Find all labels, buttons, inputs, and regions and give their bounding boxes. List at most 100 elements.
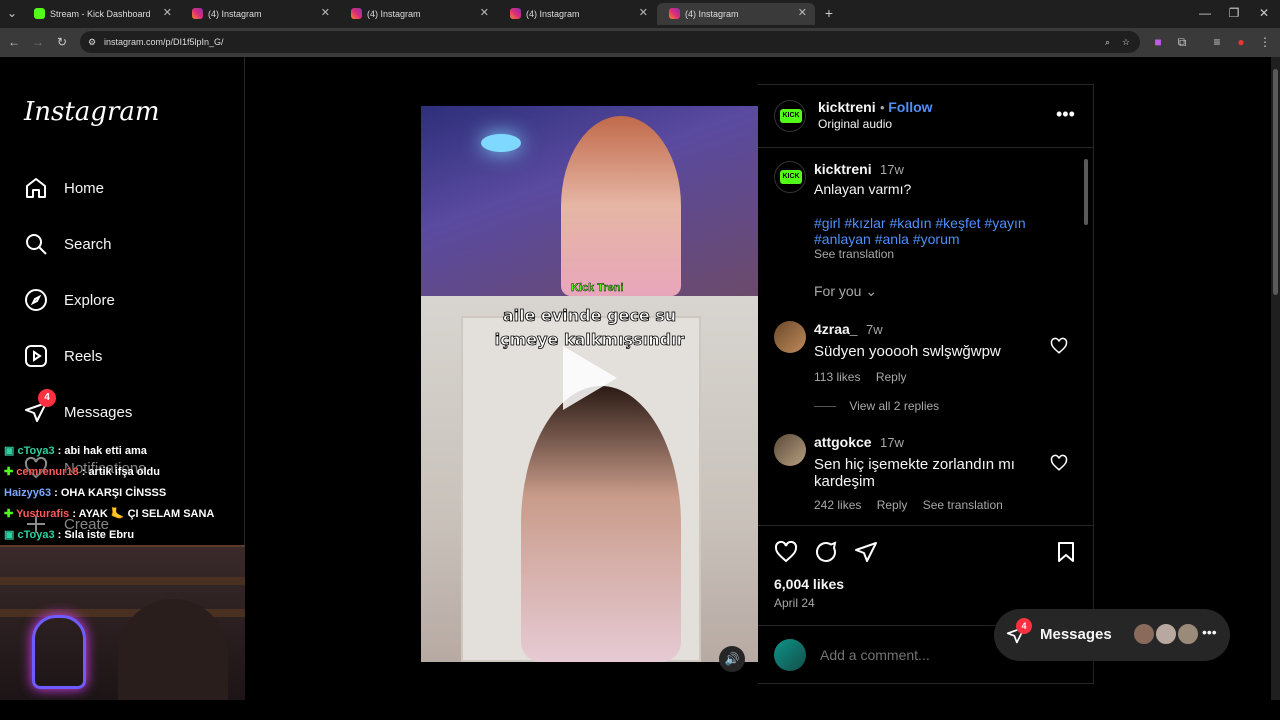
avatar[interactable]: KICK bbox=[774, 161, 806, 193]
comment-icon[interactable] bbox=[814, 540, 838, 564]
close-tab-icon[interactable]: ✕ bbox=[321, 6, 330, 19]
sidebar-item-label: Home bbox=[64, 179, 105, 197]
heart-icon[interactable] bbox=[1050, 337, 1068, 355]
post-date: April 24 bbox=[774, 596, 815, 610]
caption-body: kicktreni 17w Anlayan varmı? #girl #kızl… bbox=[814, 161, 1054, 261]
instagram-favicon-icon bbox=[351, 8, 362, 19]
reels-icon bbox=[25, 345, 47, 367]
see-translation-link[interactable]: See translation bbox=[814, 247, 1054, 261]
original-audio-link[interactable]: Original audio bbox=[818, 117, 892, 131]
browser-tab-active[interactable]: (4) Instagram ✕ bbox=[657, 3, 815, 25]
more-options-icon[interactable]: ••• bbox=[1056, 104, 1075, 125]
bookmark-star-icon[interactable]: ☆ bbox=[1122, 31, 1130, 53]
hashtags[interactable]: #anlayan #anla #yorum bbox=[814, 231, 1054, 247]
avatar[interactable]: KICK bbox=[774, 100, 806, 132]
kick-treni-watermark: Kick Treni bbox=[571, 282, 624, 294]
scroll-thumb[interactable] bbox=[1273, 69, 1278, 295]
back-icon[interactable]: ← bbox=[6, 34, 22, 50]
person-figure bbox=[561, 116, 681, 296]
new-tab-icon[interactable]: + bbox=[821, 5, 837, 21]
lamp-glow bbox=[481, 134, 521, 152]
chat-badge-icon: ▣ bbox=[4, 529, 15, 541]
media-icon[interactable]: ≡ bbox=[1209, 34, 1225, 50]
chat-badge-icon: ▣ bbox=[4, 445, 15, 457]
close-tab-icon[interactable]: ✕ bbox=[639, 6, 648, 19]
extension-icon[interactable]: ■ bbox=[1150, 34, 1166, 50]
reload-icon[interactable]: ↻ bbox=[54, 34, 70, 50]
post-header: KICK kicktreni • Follow Original audio •… bbox=[758, 84, 1094, 148]
for-you-dropdown[interactable]: For you ⌄ bbox=[814, 283, 877, 300]
zoom-icon[interactable]: ⌕ bbox=[1105, 31, 1110, 53]
browser-tab[interactable]: Stream - Kick Dashboard ✕ bbox=[22, 3, 180, 25]
caption-text: Anlayan varmı? bbox=[814, 181, 912, 197]
avatar[interactable] bbox=[774, 639, 806, 671]
reel-video[interactable]: Kick Treni aile evinde gece su içmeye ka… bbox=[421, 84, 758, 684]
site-info-icon[interactable]: ⚙ bbox=[88, 31, 96, 53]
likes-count[interactable]: 6,004 likes bbox=[774, 576, 844, 592]
person-figure bbox=[521, 386, 681, 662]
volume-icon[interactable]: 🔊 bbox=[719, 646, 745, 672]
browser-tab[interactable]: (4) Instagram ✕ bbox=[498, 3, 656, 25]
heart-icon[interactable] bbox=[1050, 454, 1068, 472]
reply-button[interactable]: Reply bbox=[876, 370, 907, 384]
comment-time: 17w bbox=[880, 435, 904, 450]
url-field[interactable]: ⚙ instagram.com/p/DI1f5lpIn_G/ ☆ ⌕ bbox=[80, 31, 1140, 53]
add-comment-input[interactable]: Add a comment... bbox=[820, 647, 930, 663]
comments-scrollbar[interactable] bbox=[1084, 153, 1090, 523]
close-tab-icon[interactable]: ✕ bbox=[798, 6, 807, 19]
messages-badge: 4 bbox=[1016, 618, 1032, 634]
like-heart-icon[interactable] bbox=[774, 540, 798, 564]
sidebar-item-reels[interactable]: Reels bbox=[24, 341, 102, 371]
messages-pill[interactable]: 4 Messages ••• bbox=[994, 609, 1230, 661]
bookmark-icon[interactable] bbox=[1054, 540, 1078, 564]
sidebar-item-search[interactable]: Search bbox=[24, 229, 112, 259]
reply-button[interactable]: Reply bbox=[877, 498, 908, 512]
view-replies-button[interactable]: View all 2 replies bbox=[814, 399, 939, 413]
scroll-thumb[interactable] bbox=[1084, 159, 1088, 225]
hashtags[interactable]: #girl #kızlar #kadın #keşfet #yayın bbox=[814, 215, 1054, 231]
avatar[interactable] bbox=[774, 321, 806, 353]
close-window-icon[interactable]: ✕ bbox=[1256, 5, 1272, 21]
profile-icon[interactable]: ● bbox=[1233, 34, 1249, 50]
post-author[interactable]: kicktreni bbox=[818, 99, 876, 115]
comment-likes[interactable]: 113 likes bbox=[814, 370, 860, 384]
browser-tab[interactable]: (4) Instagram ✕ bbox=[339, 3, 497, 25]
home-icon bbox=[26, 178, 46, 198]
menu-icon[interactable]: ⋮ bbox=[1257, 34, 1273, 50]
instagram-logo[interactable]: Instagram bbox=[24, 97, 160, 127]
avatar bbox=[1132, 622, 1156, 646]
forward-icon[interactable]: → bbox=[30, 34, 46, 50]
chat-badge-icon: ✚ bbox=[4, 466, 14, 478]
kick-favicon-icon bbox=[34, 8, 45, 19]
chat-text: artik ifşa oldu bbox=[88, 466, 160, 478]
tab-search-icon[interactable]: ⌄ bbox=[4, 5, 20, 21]
sidebar-item-explore[interactable]: Explore bbox=[24, 285, 115, 315]
avatar[interactable] bbox=[774, 434, 806, 466]
tab-title: (4) Instagram bbox=[526, 9, 580, 19]
close-tab-icon[interactable]: ✕ bbox=[480, 6, 489, 19]
view-replies-label: View all 2 replies bbox=[849, 399, 940, 413]
share-icon[interactable] bbox=[854, 540, 878, 564]
stream-chat-overlay: ▣ cToya3 : abi hak etti ama ✚ cemrenur18… bbox=[0, 442, 245, 547]
chat-message: ✚ cemrenur18 : artik ifşa oldu bbox=[4, 466, 160, 478]
instagram-favicon-icon bbox=[669, 8, 680, 19]
extensions-puzzle-icon[interactable]: ⧉ bbox=[1174, 34, 1190, 50]
close-tab-icon[interactable]: ✕ bbox=[163, 6, 172, 19]
comment-author[interactable]: attgokce bbox=[814, 434, 872, 450]
sidebar-item-home[interactable]: Home bbox=[24, 173, 104, 203]
see-translation-link[interactable]: See translation bbox=[923, 498, 1003, 512]
chat-user: cToya3 bbox=[17, 529, 55, 541]
caption-time: 17w bbox=[880, 162, 904, 177]
comment-author[interactable]: 4zraa_ bbox=[814, 321, 858, 337]
caption-author[interactable]: kicktreni bbox=[814, 161, 872, 177]
video-overlay-caption: aile evinde gece su içmeye kalkmışsındır bbox=[421, 304, 758, 352]
play-icon[interactable] bbox=[563, 346, 617, 410]
browser-tab[interactable]: (4) Instagram ✕ bbox=[180, 3, 338, 25]
page-scrollbar[interactable] bbox=[1271, 57, 1280, 700]
minimize-icon[interactable]: — bbox=[1197, 5, 1213, 21]
sidebar-item-messages[interactable]: 4 Messages bbox=[24, 389, 132, 427]
comment-likes[interactable]: 242 likes bbox=[814, 498, 861, 512]
chat-user: cemrenur18 bbox=[16, 466, 79, 478]
restore-icon[interactable]: ❐ bbox=[1226, 5, 1242, 21]
follow-button[interactable]: Follow bbox=[888, 99, 932, 115]
